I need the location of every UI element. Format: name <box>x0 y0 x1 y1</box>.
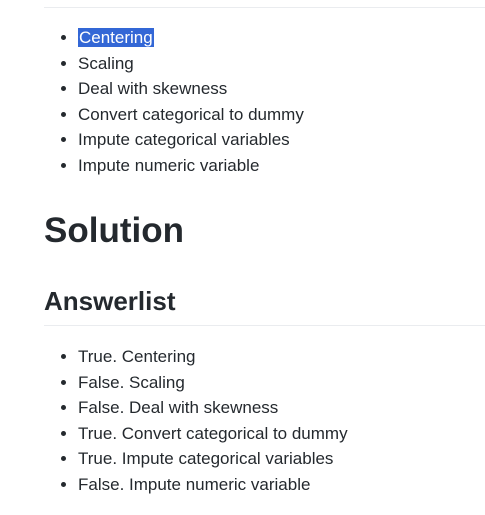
selected-text[interactable]: Centering <box>78 28 154 47</box>
list-item: Deal with skewness <box>78 76 304 102</box>
list-item: True. Impute categorical variables <box>78 446 348 472</box>
list-item: Centering <box>78 25 304 51</box>
list-item: False. Deal with skewness <box>78 395 348 421</box>
answerlist-divider <box>44 325 485 326</box>
list-item: False. Scaling <box>78 370 348 396</box>
list-item: True. Convert categorical to dummy <box>78 421 348 447</box>
list-item: False. Impute numeric variable <box>78 472 348 498</box>
answerlist-heading: Answerlist <box>44 286 176 316</box>
list-item: Impute categorical variables <box>78 127 304 153</box>
options-list: Centering Scaling Deal with skewness Con… <box>44 25 304 178</box>
top-divider <box>44 7 485 8</box>
list-item: Convert categorical to dummy <box>78 102 304 128</box>
solution-heading: Solution <box>44 211 184 250</box>
list-item: Scaling <box>78 51 304 77</box>
answers-list: True. Centering False. Scaling False. De… <box>44 344 348 497</box>
list-item: Impute numeric variable <box>78 153 304 179</box>
list-item: True. Centering <box>78 344 348 370</box>
